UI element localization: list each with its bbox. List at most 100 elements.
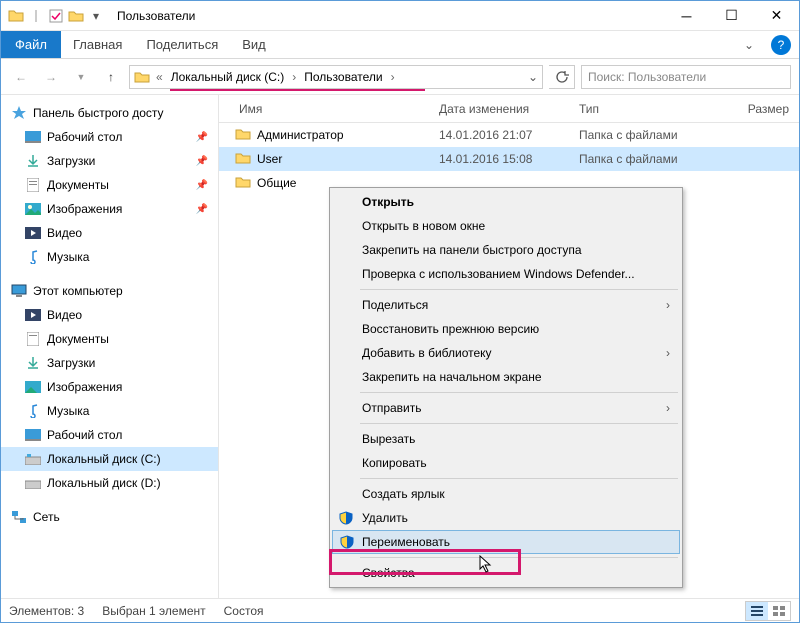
chevron-right-icon[interactable]: ›	[389, 70, 397, 84]
folder-icon	[235, 151, 251, 167]
file-type: Папка с файлами	[579, 152, 719, 166]
ribbon-tabs: Файл Главная Поделиться Вид ⌄ ?	[1, 31, 799, 59]
status-item-count: Элементов: 3	[9, 604, 84, 618]
ctx-delete[interactable]: Удалить	[332, 506, 680, 530]
qat-customize-icon[interactable]: ▾	[87, 7, 105, 25]
ctx-add-to-library[interactable]: Добавить в библиотеку›	[332, 341, 680, 365]
file-name: Общие	[257, 176, 296, 190]
ctx-cut[interactable]: Вырезать	[332, 427, 680, 451]
expand-ribbon-icon[interactable]: ⌄	[735, 31, 763, 58]
refresh-button[interactable]	[549, 65, 575, 89]
navigation-pane: Панель быстрого досту Рабочий стол📌 Загр…	[1, 95, 219, 598]
folder-icon	[7, 7, 25, 25]
ctx-share[interactable]: Поделиться›	[332, 293, 680, 317]
breadcrumb-drive[interactable]: Локальный диск (C:)	[169, 70, 287, 84]
ctx-properties[interactable]: Свойства	[332, 561, 680, 585]
large-icons-view-icon[interactable]	[768, 602, 790, 620]
ribbon-tab-view[interactable]: Вид	[230, 31, 278, 58]
column-date[interactable]: Дата изменения	[439, 102, 579, 116]
sidebar-item-pictures[interactable]: Изображения📌	[1, 197, 218, 221]
this-pc-header[interactable]: Этот компьютер	[1, 279, 218, 303]
chevron-right-icon[interactable]: ›	[290, 70, 298, 84]
ctx-separator	[360, 392, 678, 393]
folder-icon	[235, 175, 251, 191]
properties-icon[interactable]	[47, 7, 65, 25]
sidebar-item-videos[interactable]: Видео	[1, 221, 218, 245]
desktop-icon	[25, 427, 41, 443]
ctx-send-to[interactable]: Отправить›	[332, 396, 680, 420]
column-name[interactable]: Имя	[219, 102, 439, 116]
sidebar-item-desktop[interactable]: Рабочий стол	[1, 423, 218, 447]
table-row[interactable]: Администратор14.01.2016 21:07Папка с фай…	[219, 123, 799, 147]
ctx-open-new-window[interactable]: Открыть в новом окне	[332, 214, 680, 238]
details-view-icon[interactable]	[746, 602, 768, 620]
sidebar-item-pictures[interactable]: Изображения	[1, 375, 218, 399]
pin-icon: 📌	[196, 180, 208, 191]
pictures-icon	[25, 379, 41, 395]
music-icon	[25, 403, 41, 419]
file-tab[interactable]: Файл	[1, 31, 61, 58]
forward-button[interactable]: →	[39, 65, 63, 89]
close-button[interactable]: ✕	[754, 1, 799, 31]
up-button[interactable]: ↑	[99, 65, 123, 89]
folder-icon	[235, 127, 251, 143]
sidebar-item-music[interactable]: Музыка	[1, 245, 218, 269]
column-type[interactable]: Тип	[579, 102, 719, 116]
file-date: 14.01.2016 15:08	[439, 152, 579, 166]
sidebar-item-drive-d[interactable]: Локальный диск (D:)	[1, 471, 218, 495]
ctx-restore-version[interactable]: Восстановить прежнюю версию	[332, 317, 680, 341]
file-name: User	[257, 152, 282, 166]
sidebar-item-drive-c[interactable]: Локальный диск (C:)	[1, 447, 218, 471]
ctx-separator	[360, 478, 678, 479]
help-icon[interactable]: ?	[771, 35, 791, 55]
sidebar-item-videos[interactable]: Видео	[1, 303, 218, 327]
sidebar-item-desktop[interactable]: Рабочий стол📌	[1, 125, 218, 149]
sidebar-item-documents[interactable]: Документы	[1, 327, 218, 351]
quick-access-icon	[11, 105, 27, 121]
sidebar-item-documents[interactable]: Документы📌	[1, 173, 218, 197]
ctx-open[interactable]: Открыть	[332, 190, 680, 214]
ctx-separator	[360, 423, 678, 424]
search-input[interactable]: Поиск: Пользователи	[581, 65, 791, 89]
table-row[interactable]: User 14.01.2016 15:08Папка с файлами	[219, 147, 799, 171]
breadcrumb-prefix: «	[154, 70, 165, 84]
column-size[interactable]: Размер	[719, 102, 799, 116]
pictures-icon	[25, 201, 41, 217]
address-dropdown-icon[interactable]: ⌄	[528, 70, 538, 84]
ctx-rename[interactable]: Переименовать	[332, 530, 680, 554]
ribbon-tab-home[interactable]: Главная	[61, 31, 134, 58]
ctx-pin-to-start[interactable]: Закрепить на начальном экране	[332, 365, 680, 389]
chevron-right-icon: ›	[666, 401, 670, 415]
documents-icon	[25, 177, 41, 193]
sidebar-item-downloads[interactable]: Загрузки	[1, 351, 218, 375]
pin-icon: 📌	[196, 204, 208, 215]
desktop-icon	[25, 129, 41, 145]
recent-locations-icon[interactable]: ▼	[69, 65, 93, 89]
network-header[interactable]: Сеть	[1, 505, 218, 529]
sidebar-item-downloads[interactable]: Загрузки📌	[1, 149, 218, 173]
file-type: Папка с файлами	[579, 128, 719, 142]
address-row: ← → ▼ ↑ « Локальный диск (C:) › Пользова…	[1, 59, 799, 95]
ctx-defender-scan[interactable]: Проверка с использованием Windows Defend…	[332, 262, 680, 286]
status-bar: Элементов: 3 Выбран 1 элемент Состоя	[1, 598, 799, 622]
ctx-separator	[360, 557, 678, 558]
quick-access-header[interactable]: Панель быстрого досту	[1, 101, 218, 125]
breadcrumb-folder[interactable]: Пользователи	[302, 70, 384, 84]
back-button[interactable]: ←	[9, 65, 33, 89]
status-state: Состоя	[224, 604, 264, 618]
ctx-pin-quick-access[interactable]: Закрепить на панели быстрого доступа	[332, 238, 680, 262]
sidebar-item-music[interactable]: Музыка	[1, 399, 218, 423]
window-title: Пользователи	[111, 9, 195, 23]
ribbon-tab-share[interactable]: Поделиться	[134, 31, 230, 58]
new-folder-icon[interactable]	[67, 7, 85, 25]
pin-icon: 📌	[196, 156, 208, 167]
view-toggle	[745, 601, 791, 621]
drive-icon	[25, 451, 41, 467]
maximize-button[interactable]: ☐	[709, 1, 754, 31]
ctx-copy[interactable]: Копировать	[332, 451, 680, 475]
minimize-button[interactable]: ─	[664, 1, 709, 31]
ctx-create-shortcut[interactable]: Создать ярлык	[332, 482, 680, 506]
shield-icon	[339, 534, 355, 550]
address-bar[interactable]: « Локальный диск (C:) › Пользователи › ⌄	[129, 65, 543, 89]
drive-icon	[25, 475, 41, 491]
